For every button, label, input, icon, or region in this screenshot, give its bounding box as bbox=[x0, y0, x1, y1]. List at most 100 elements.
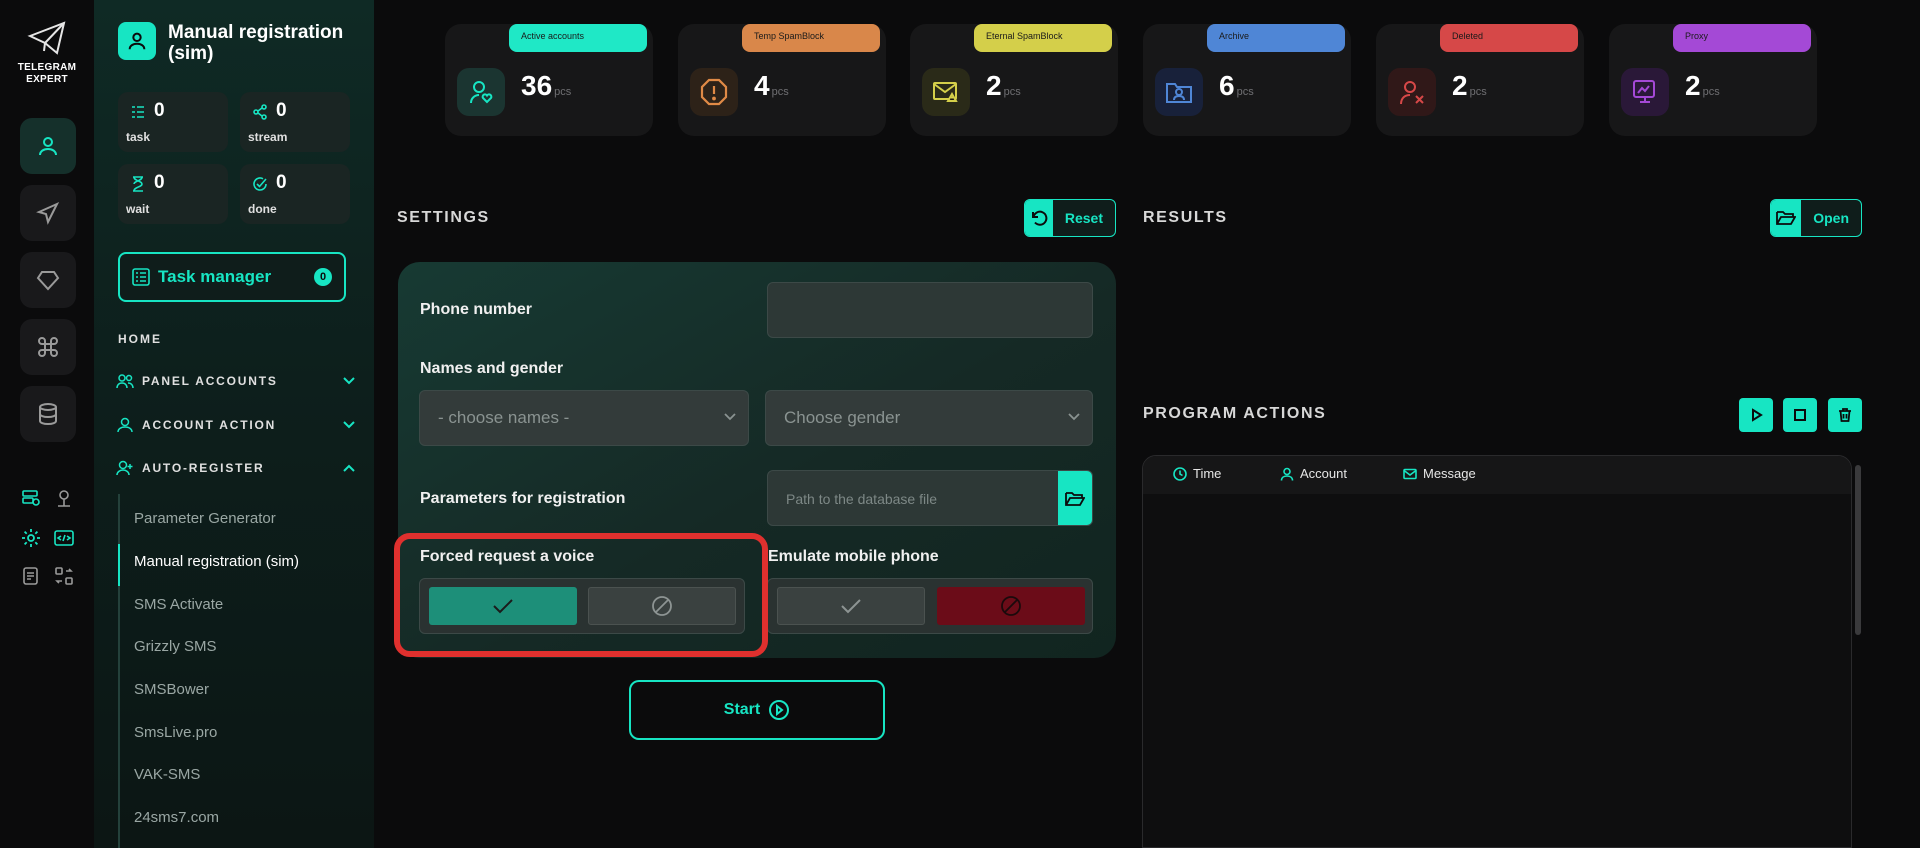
users-icon bbox=[116, 374, 134, 389]
submenu-item[interactable]: SmsLive.pro bbox=[134, 724, 217, 741]
stop-button[interactable] bbox=[1783, 398, 1817, 432]
gender-select[interactable]: Choose gender bbox=[765, 390, 1093, 446]
rail-accounts-button[interactable] bbox=[20, 118, 76, 174]
column-message[interactable]: Message bbox=[1403, 466, 1476, 481]
delete-button[interactable] bbox=[1828, 398, 1862, 432]
stat-value: 0 bbox=[276, 172, 287, 193]
column-account[interactable]: Account bbox=[1280, 466, 1347, 481]
play-button[interactable] bbox=[1739, 398, 1773, 432]
sidebar: Manual registration (sim) 0 task 0 strea… bbox=[94, 0, 374, 848]
nav-home[interactable]: HOME bbox=[118, 332, 162, 346]
play-circle-icon bbox=[769, 700, 790, 720]
auto-register-submenu: Parameter Generator Manual registration … bbox=[118, 494, 374, 848]
column-time[interactable]: Time bbox=[1173, 466, 1221, 481]
send-icon bbox=[36, 201, 60, 225]
icon-rail: TELEGRAM EXPERT bbox=[0, 0, 94, 848]
share-icon bbox=[253, 104, 267, 120]
phone-number-label: Phone number bbox=[420, 301, 533, 318]
folder-open-icon bbox=[1771, 200, 1802, 236]
open-button[interactable]: Open bbox=[1770, 199, 1862, 237]
submenu-item[interactable]: Parameter Generator bbox=[134, 510, 276, 527]
names-select[interactable]: - choose names - bbox=[419, 390, 749, 446]
emulate-mobile-label: Emulate mobile phone bbox=[768, 548, 939, 565]
stat-value: 0 bbox=[276, 100, 287, 121]
stat-label: done bbox=[248, 202, 277, 216]
gear-icon[interactable] bbox=[20, 527, 42, 549]
stat-value: 0 bbox=[154, 100, 165, 121]
start-label: Start bbox=[723, 701, 761, 718]
submenu-item[interactable]: Grizzly SMS bbox=[134, 638, 217, 655]
chevron-up-icon bbox=[343, 464, 355, 472]
play-icon bbox=[1752, 408, 1763, 422]
check-icon bbox=[841, 599, 861, 614]
card-value: 36 pcs bbox=[521, 70, 572, 101]
card-eternal-spamblock[interactable]: Eternal SpamBlock 2 pcs bbox=[910, 24, 1118, 136]
folder-open-icon[interactable] bbox=[1058, 471, 1092, 525]
user-icon bbox=[39, 137, 57, 156]
card-tag: Active accounts bbox=[509, 24, 647, 52]
server-settings-icon[interactable] bbox=[20, 487, 42, 509]
card-proxy[interactable]: Proxy 2 pcs bbox=[1609, 24, 1817, 136]
nav-account-action[interactable]: ACCOUNT ACTION bbox=[116, 414, 356, 436]
card-value: 2 pcs bbox=[1685, 70, 1720, 101]
reset-button[interactable]: Reset bbox=[1024, 199, 1116, 237]
highlight-annotation bbox=[394, 533, 768, 657]
stat-wait: 0 wait bbox=[118, 164, 228, 224]
nav-section-label: PANEL ACCOUNTS bbox=[142, 374, 278, 388]
open-label: Open bbox=[1813, 210, 1849, 226]
nav-panel-accounts[interactable]: PANEL ACCOUNTS bbox=[116, 370, 356, 392]
card-value: 4 pcs bbox=[754, 70, 789, 101]
trash-icon bbox=[1839, 408, 1851, 422]
rail-database-button[interactable] bbox=[20, 386, 76, 442]
submenu-item[interactable]: SMSBower bbox=[134, 681, 209, 698]
start-button[interactable]: Start bbox=[629, 680, 885, 740]
code-window-icon[interactable] bbox=[53, 527, 75, 549]
active-indicator bbox=[118, 544, 120, 586]
nav-section-label: AUTO-REGISTER bbox=[142, 461, 265, 475]
column-label: Time bbox=[1193, 466, 1222, 481]
card-archive[interactable]: Archive 6 pcs bbox=[1143, 24, 1351, 136]
rail-send-button[interactable] bbox=[20, 185, 76, 241]
rail-diamond-button[interactable] bbox=[20, 252, 76, 308]
card-tag: Temp SpamBlock bbox=[742, 24, 880, 52]
submenu-item[interactable]: SMS Activate bbox=[134, 596, 223, 613]
emulate-mobile-off-button[interactable] bbox=[937, 587, 1085, 625]
proxy-screen-icon bbox=[1621, 68, 1669, 116]
stat-label: wait bbox=[126, 202, 150, 216]
card-temp-spamblock[interactable]: Temp SpamBlock 4 pcs bbox=[678, 24, 886, 136]
document-list-icon[interactable] bbox=[20, 565, 42, 587]
task-list-icon bbox=[132, 106, 144, 118]
phone-number-input[interactable] bbox=[767, 282, 1093, 338]
emulate-mobile-on-button[interactable] bbox=[777, 587, 925, 625]
app-logo[interactable]: TELEGRAM EXPERT bbox=[0, 20, 94, 86]
map-pin-user-icon[interactable] bbox=[53, 487, 75, 509]
program-actions-title: PROGRAM ACTIONS bbox=[1143, 405, 1327, 422]
stat-task: 0 task bbox=[118, 92, 228, 152]
task-manager-icon bbox=[132, 268, 150, 286]
task-manager-button[interactable]: Task manager 0 bbox=[118, 252, 346, 302]
database-path-input[interactable]: Path to the database file bbox=[767, 470, 1093, 526]
chevron-down-icon bbox=[1068, 413, 1080, 421]
card-value: 2 pcs bbox=[986, 70, 1021, 101]
submenu-item[interactable]: 24sms7.com bbox=[134, 809, 219, 826]
logo-text-line1: TELEGRAM bbox=[17, 62, 77, 73]
folder-user-icon bbox=[1155, 68, 1203, 116]
app-window: TELEGRAM EXPERT Manual registration (sim… bbox=[0, 0, 1920, 848]
submenu-item[interactable]: VAK-SMS bbox=[134, 766, 200, 783]
nav-auto-register[interactable]: AUTO-REGISTER bbox=[116, 457, 356, 479]
chevron-down-icon bbox=[343, 377, 355, 385]
log-scrollbar[interactable] bbox=[1855, 465, 1861, 635]
rail-command-button[interactable] bbox=[20, 319, 76, 375]
check-circle-icon bbox=[253, 177, 267, 191]
card-active-accounts[interactable]: Active accounts 36 pcs bbox=[445, 24, 653, 136]
transfer-icon[interactable] bbox=[53, 565, 75, 587]
refresh-icon bbox=[1025, 200, 1053, 236]
mail-warning-icon bbox=[922, 68, 970, 116]
card-deleted[interactable]: Deleted 2 pcs bbox=[1376, 24, 1584, 136]
column-label: Message bbox=[1423, 466, 1476, 481]
card-tag: Deleted bbox=[1440, 24, 1578, 52]
stop-icon bbox=[1794, 409, 1806, 421]
clock-icon bbox=[1173, 466, 1187, 481]
submenu-item-active[interactable]: Manual registration (sim) bbox=[134, 553, 299, 570]
user-x-icon bbox=[1388, 68, 1436, 116]
